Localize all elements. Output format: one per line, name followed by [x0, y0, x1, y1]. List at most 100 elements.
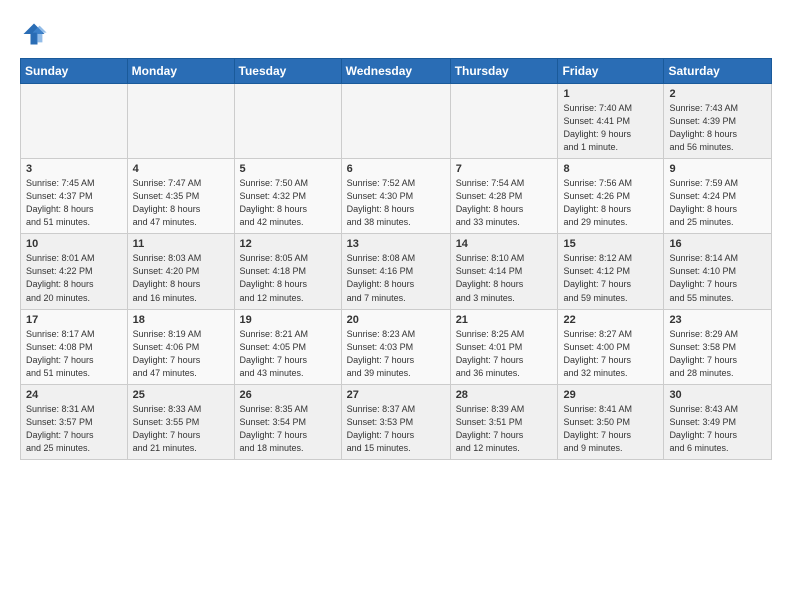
calendar-cell: 14Sunrise: 8:10 AM Sunset: 4:14 PM Dayli…	[450, 234, 558, 309]
calendar-cell	[450, 84, 558, 159]
calendar-cell: 11 Sunrise: 8:03 AM Sunset: 4:20 PM Dayli…	[127, 234, 234, 309]
calendar-cell: 22Sunrise: 8:27 AM Sunset: 4:00 PM Dayli…	[558, 309, 664, 384]
day-number: 11	[133, 238, 229, 250]
calendar: SundayMondayTuesdayWednesdayThursdayFrid…	[20, 58, 772, 460]
calendar-cell: 21 Sunrise: 8:25 AM Sunset: 4:01 PM Dayli…	[450, 309, 558, 384]
calendar-cell: 24Sunrise: 8:31 AM Sunset: 3:57 PM Dayli…	[21, 384, 128, 459]
week-row-2: 10 Sunrise: 8:01 AM Sunset: 4:22 PM Dayli…	[21, 234, 772, 309]
day-info: Sunrise: 8:08 AM Sunset: 4:16 PM Dayligh…	[347, 252, 445, 304]
calendar-cell: 3 Sunrise: 7:45 AM Sunset: 4:37 PM Daylig…	[21, 159, 128, 234]
day-number: 13	[347, 238, 445, 250]
day-info: Sunrise: 8:03 AM Sunset: 4:20 PM Dayligh…	[133, 252, 229, 304]
calendar-cell: 15 Sunrise: 8:12 AM Sunset: 4:12 PM Dayli…	[558, 234, 664, 309]
day-info: Sunrise: 8:29 AM Sunset: 3:58 PM Dayligh…	[669, 328, 766, 380]
day-number: 26	[240, 389, 336, 401]
calendar-cell: 7 Sunrise: 7:54 AM Sunset: 4:28 PM Daylig…	[450, 159, 558, 234]
day-info: Sunrise: 8:14 AM Sunset: 4:10 PM Dayligh…	[669, 252, 766, 304]
day-number: 9	[669, 163, 766, 175]
calendar-cell: 17 Sunrise: 8:17 AM Sunset: 4:08 PM Dayli…	[21, 309, 128, 384]
day-info: Sunrise: 7:43 AM Sunset: 4:39 PM Dayligh…	[669, 102, 766, 154]
day-info: Sunrise: 8:31 AM Sunset: 3:57 PM Dayligh…	[26, 403, 122, 455]
day-info: Sunrise: 8:25 AM Sunset: 4:01 PM Dayligh…	[456, 328, 553, 380]
day-number: 17	[26, 314, 122, 326]
day-number: 15	[563, 238, 658, 250]
col-header-saturday: Saturday	[664, 59, 772, 84]
col-header-sunday: Sunday	[21, 59, 128, 84]
calendar-cell: 25 Sunrise: 8:33 AM Sunset: 3:55 PM Dayli…	[127, 384, 234, 459]
calendar-cell: 29 Sunrise: 8:41 AM Sunset: 3:50 PM Dayli…	[558, 384, 664, 459]
day-number: 27	[347, 389, 445, 401]
calendar-cell: 12 Sunrise: 8:05 AM Sunset: 4:18 PM Dayli…	[234, 234, 341, 309]
calendar-cell: 4 Sunrise: 7:47 AM Sunset: 4:35 PM Daylig…	[127, 159, 234, 234]
col-header-thursday: Thursday	[450, 59, 558, 84]
page: SundayMondayTuesdayWednesdayThursdayFrid…	[0, 0, 792, 470]
day-info: Sunrise: 8:39 AM Sunset: 3:51 PM Dayligh…	[456, 403, 553, 455]
col-header-friday: Friday	[558, 59, 664, 84]
day-info: Sunrise: 7:45 AM Sunset: 4:37 PM Dayligh…	[26, 177, 122, 229]
day-info: Sunrise: 8:23 AM Sunset: 4:03 PM Dayligh…	[347, 328, 445, 380]
day-number: 28	[456, 389, 553, 401]
day-info: Sunrise: 8:21 AM Sunset: 4:05 PM Dayligh…	[240, 328, 336, 380]
calendar-cell: 5 Sunrise: 7:50 AM Sunset: 4:32 PM Daylig…	[234, 159, 341, 234]
day-info: Sunrise: 8:19 AM Sunset: 4:06 PM Dayligh…	[133, 328, 229, 380]
day-number: 20	[347, 314, 445, 326]
day-number: 14	[456, 238, 553, 250]
day-info: Sunrise: 7:52 AM Sunset: 4:30 PM Dayligh…	[347, 177, 445, 229]
week-row-0: 1 Sunrise: 7:40 AM Sunset: 4:41 PM Daylig…	[21, 84, 772, 159]
day-info: Sunrise: 7:54 AM Sunset: 4:28 PM Dayligh…	[456, 177, 553, 229]
calendar-cell: 10 Sunrise: 8:01 AM Sunset: 4:22 PM Dayli…	[21, 234, 128, 309]
day-info: Sunrise: 8:37 AM Sunset: 3:53 PM Dayligh…	[347, 403, 445, 455]
day-info: Sunrise: 8:41 AM Sunset: 3:50 PM Dayligh…	[563, 403, 658, 455]
day-number: 6	[347, 163, 445, 175]
calendar-cell: 20 Sunrise: 8:23 AM Sunset: 4:03 PM Dayli…	[341, 309, 450, 384]
calendar-cell: 2Sunrise: 7:43 AM Sunset: 4:39 PM Daylig…	[664, 84, 772, 159]
day-info: Sunrise: 7:47 AM Sunset: 4:35 PM Dayligh…	[133, 177, 229, 229]
day-number: 1	[563, 88, 658, 100]
day-info: Sunrise: 8:27 AM Sunset: 4:00 PM Dayligh…	[563, 328, 658, 380]
day-info: Sunrise: 7:59 AM Sunset: 4:24 PM Dayligh…	[669, 177, 766, 229]
day-number: 12	[240, 238, 336, 250]
calendar-cell: 19 Sunrise: 8:21 AM Sunset: 4:05 PM Dayli…	[234, 309, 341, 384]
logo	[20, 16, 52, 48]
week-row-1: 3 Sunrise: 7:45 AM Sunset: 4:37 PM Daylig…	[21, 159, 772, 234]
day-info: Sunrise: 8:01 AM Sunset: 4:22 PM Dayligh…	[26, 252, 122, 304]
day-number: 4	[133, 163, 229, 175]
calendar-cell	[341, 84, 450, 159]
logo-icon	[20, 20, 48, 48]
day-number: 29	[563, 389, 658, 401]
day-number: 18	[133, 314, 229, 326]
day-info: Sunrise: 8:43 AM Sunset: 3:49 PM Dayligh…	[669, 403, 766, 455]
calendar-cell: 1 Sunrise: 7:40 AM Sunset: 4:41 PM Daylig…	[558, 84, 664, 159]
calendar-cell: 30 Sunrise: 8:43 AM Sunset: 3:49 PM Dayli…	[664, 384, 772, 459]
calendar-cell: 28 Sunrise: 8:39 AM Sunset: 3:51 PM Dayli…	[450, 384, 558, 459]
day-info: Sunrise: 8:35 AM Sunset: 3:54 PM Dayligh…	[240, 403, 336, 455]
week-row-3: 17 Sunrise: 8:17 AM Sunset: 4:08 PM Dayli…	[21, 309, 772, 384]
day-info: Sunrise: 7:40 AM Sunset: 4:41 PM Dayligh…	[563, 102, 658, 154]
header	[20, 16, 772, 48]
calendar-cell: 13 Sunrise: 8:08 AM Sunset: 4:16 PM Dayli…	[341, 234, 450, 309]
day-number: 5	[240, 163, 336, 175]
day-info: Sunrise: 7:56 AM Sunset: 4:26 PM Dayligh…	[563, 177, 658, 229]
day-info: Sunrise: 7:50 AM Sunset: 4:32 PM Dayligh…	[240, 177, 336, 229]
day-number: 30	[669, 389, 766, 401]
day-number: 25	[133, 389, 229, 401]
col-header-monday: Monday	[127, 59, 234, 84]
week-row-4: 24Sunrise: 8:31 AM Sunset: 3:57 PM Dayli…	[21, 384, 772, 459]
calendar-cell: 6 Sunrise: 7:52 AM Sunset: 4:30 PM Daylig…	[341, 159, 450, 234]
day-info: Sunrise: 8:33 AM Sunset: 3:55 PM Dayligh…	[133, 403, 229, 455]
day-number: 23	[669, 314, 766, 326]
calendar-cell	[21, 84, 128, 159]
day-info: Sunrise: 8:12 AM Sunset: 4:12 PM Dayligh…	[563, 252, 658, 304]
calendar-cell: 8Sunrise: 7:56 AM Sunset: 4:26 PM Daylig…	[558, 159, 664, 234]
day-number: 3	[26, 163, 122, 175]
day-info: Sunrise: 8:17 AM Sunset: 4:08 PM Dayligh…	[26, 328, 122, 380]
day-number: 10	[26, 238, 122, 250]
calendar-cell: 18 Sunrise: 8:19 AM Sunset: 4:06 PM Dayli…	[127, 309, 234, 384]
col-header-tuesday: Tuesday	[234, 59, 341, 84]
day-number: 21	[456, 314, 553, 326]
day-info: Sunrise: 8:05 AM Sunset: 4:18 PM Dayligh…	[240, 252, 336, 304]
col-header-wednesday: Wednesday	[341, 59, 450, 84]
day-number: 19	[240, 314, 336, 326]
day-number: 7	[456, 163, 553, 175]
calendar-cell: 9 Sunrise: 7:59 AM Sunset: 4:24 PM Daylig…	[664, 159, 772, 234]
